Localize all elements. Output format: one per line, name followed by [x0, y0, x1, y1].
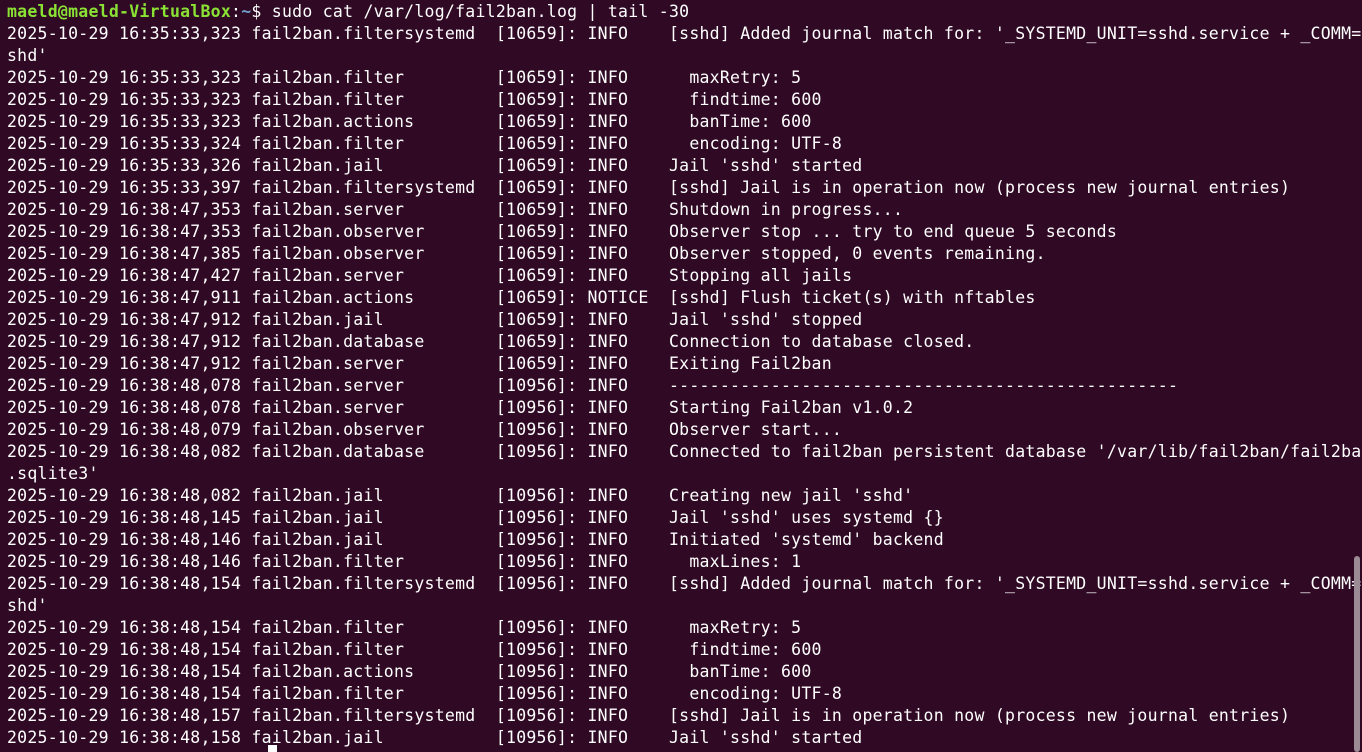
log-line: 2025-10-29 16:38:48,154 fail2ban.filter … — [7, 618, 802, 637]
terminal-window[interactable]: maeld@maeld-VirtualBox:~$ sudo cat /var/… — [0, 0, 1362, 752]
log-line: 2025-10-29 16:38:48,146 fail2ban.jail [1… — [7, 530, 944, 549]
log-line: 2025-10-29 16:38:48,154 fail2ban.filters… — [7, 574, 1362, 593]
prompt-path: ~ — [241, 2, 252, 21]
log-line: 2025-10-29 16:38:48,154 fail2ban.filter … — [7, 640, 822, 659]
prompt-separator: : — [231, 2, 242, 21]
log-line: 2025-10-29 16:38:48,079 fail2ban.observe… — [7, 420, 843, 439]
prompt-user-host: maeld@maeld-VirtualBox — [7, 2, 232, 21]
log-line: 2025-10-29 16:38:47,911 fail2ban.actions… — [7, 288, 1036, 307]
log-lines: 2025-10-29 16:35:33,323 fail2ban.filters… — [7, 23, 1362, 749]
log-line: 2025-10-29 16:35:33,397 fail2ban.filters… — [7, 178, 1291, 197]
prompt-symbol: $ — [251, 2, 262, 21]
text-cursor — [268, 745, 277, 752]
log-line: 2025-10-29 16:38:48,158 fail2ban.jail [1… — [7, 728, 863, 747]
log-line: 2025-10-29 16:35:33,323 fail2ban.filter … — [7, 68, 802, 87]
log-line: 2025-10-29 16:38:47,353 fail2ban.observe… — [7, 222, 1118, 241]
prompt-line: maeld@maeld-VirtualBox:~$ sudo cat /var/… — [7, 1, 1350, 23]
log-line: .sqlite3' — [7, 464, 99, 483]
log-line: 2025-10-29 16:35:33,323 fail2ban.filters… — [7, 24, 1362, 43]
log-line: 2025-10-29 16:35:33,324 fail2ban.filter … — [7, 134, 843, 153]
log-line: 2025-10-29 16:38:47,353 fail2ban.server … — [7, 200, 904, 219]
scrollbar[interactable] — [1352, 0, 1360, 752]
log-line: 2025-10-29 16:38:48,146 fail2ban.filter … — [7, 552, 802, 571]
terminal-output: maeld@maeld-VirtualBox:~$ sudo cat /var/… — [7, 1, 1362, 749]
log-line: 2025-10-29 16:38:47,912 fail2ban.databas… — [7, 332, 975, 351]
log-line: 2025-10-29 16:38:48,145 fail2ban.jail [1… — [7, 508, 944, 527]
log-line: 2025-10-29 16:38:47,912 fail2ban.jail [1… — [7, 310, 863, 329]
scrollbar-thumb[interactable] — [1354, 556, 1360, 752]
log-line: 2025-10-29 16:38:48,157 fail2ban.filters… — [7, 706, 1291, 725]
log-line: 2025-10-29 16:35:33,326 fail2ban.jail [1… — [7, 156, 863, 175]
log-line: shd' — [7, 596, 48, 615]
log-line: 2025-10-29 16:38:48,154 fail2ban.filter … — [7, 684, 843, 703]
log-line: 2025-10-29 16:38:47,427 fail2ban.server … — [7, 266, 853, 285]
log-line: 2025-10-29 16:38:47,912 fail2ban.server … — [7, 354, 832, 373]
log-line: 2025-10-29 16:35:33,323 fail2ban.filter … — [7, 90, 822, 109]
log-line: 2025-10-29 16:38:48,154 fail2ban.actions… — [7, 662, 812, 681]
log-line: 2025-10-29 16:38:47,385 fail2ban.observe… — [7, 244, 1046, 263]
log-line: 2025-10-29 16:38:48,078 fail2ban.server … — [7, 376, 1179, 395]
log-line: 2025-10-29 16:38:48,082 fail2ban.jail [1… — [7, 486, 914, 505]
log-line: 2025-10-29 16:35:33,323 fail2ban.actions… — [7, 112, 812, 131]
log-line: 2025-10-29 16:38:48,078 fail2ban.server … — [7, 398, 914, 417]
log-line: 2025-10-29 16:38:48,082 fail2ban.databas… — [7, 442, 1362, 461]
command-text: sudo cat /var/log/fail2ban.log | tail -3… — [261, 2, 690, 21]
log-line: shd' — [7, 46, 48, 65]
